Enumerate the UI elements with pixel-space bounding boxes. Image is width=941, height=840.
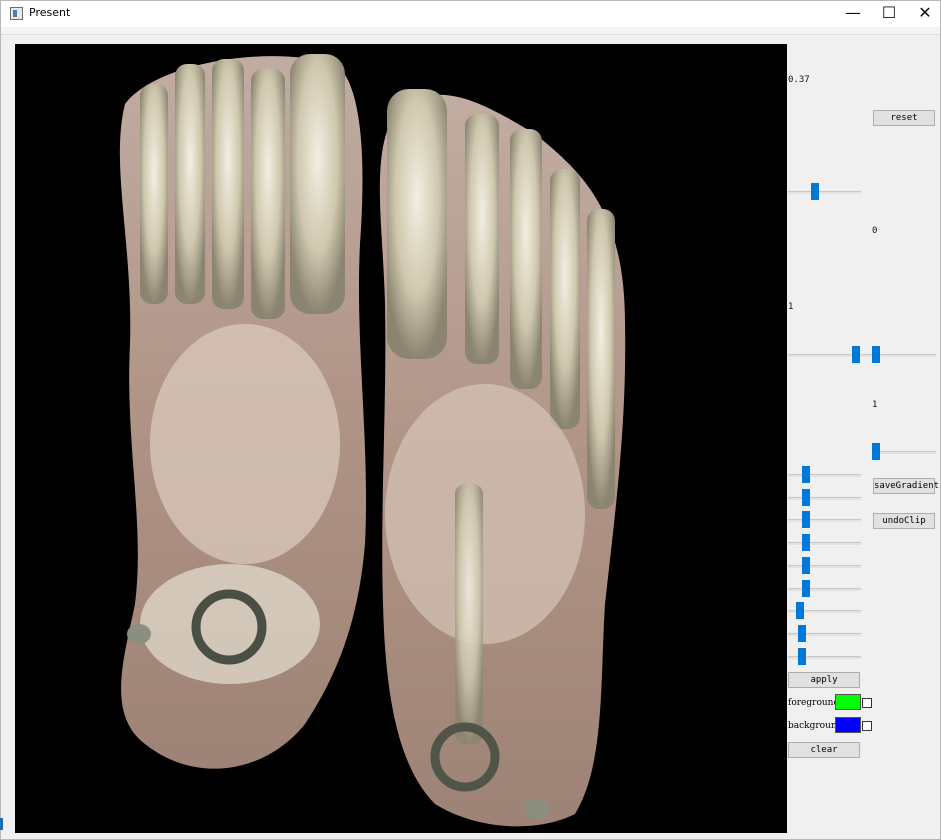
close-button[interactable]: ✕ bbox=[906, 1, 941, 27]
slider-track bbox=[788, 354, 936, 357]
app-window: Present — ☐ ✕ 0.37 reset 0 1 1 saveGradi… bbox=[0, 0, 941, 840]
slider-track bbox=[788, 565, 861, 568]
slider-handle[interactable] bbox=[798, 625, 806, 642]
clip-slider[interactable] bbox=[788, 648, 861, 665]
right-marker-cap bbox=[525, 799, 549, 819]
right-toe-bone bbox=[550, 169, 580, 429]
maximize-button[interactable]: ☐ bbox=[870, 1, 908, 27]
slider-track bbox=[788, 191, 861, 194]
left-toe-bone bbox=[212, 59, 244, 309]
slider-handle[interactable] bbox=[802, 511, 810, 528]
apply-button[interactable]: apply bbox=[788, 672, 860, 688]
save-gradient-button[interactable]: saveGradient bbox=[873, 478, 939, 494]
background-checkbox[interactable] bbox=[862, 721, 872, 731]
clip-slider[interactable] bbox=[788, 625, 861, 642]
foreground-label: foreground bbox=[788, 698, 840, 708]
range-low-handle[interactable] bbox=[852, 346, 860, 363]
range-high-handle[interactable] bbox=[872, 346, 880, 363]
clear-button[interactable]: clear bbox=[788, 742, 860, 758]
title-bar[interactable]: Present — ☐ ✕ bbox=[1, 1, 940, 27]
app-icon bbox=[10, 7, 23, 20]
volume-render-image bbox=[119, 54, 626, 827]
slider-handle[interactable] bbox=[796, 602, 804, 619]
right-toe-bone bbox=[587, 209, 615, 509]
slider-handle[interactable] bbox=[802, 534, 810, 551]
left-toe-bone bbox=[175, 64, 205, 304]
right-big-toe-bone bbox=[387, 89, 447, 359]
left-toe-bone bbox=[251, 69, 285, 319]
right-toe-bone bbox=[510, 129, 542, 389]
slider-track bbox=[872, 451, 936, 454]
undo-clip-button[interactable]: undoClip bbox=[873, 513, 935, 529]
left-toe-bone bbox=[140, 84, 168, 304]
slider-handle[interactable] bbox=[802, 580, 810, 597]
clip-slider[interactable] bbox=[788, 466, 861, 483]
slider-handle[interactable] bbox=[802, 489, 810, 506]
range-slider[interactable] bbox=[788, 346, 936, 363]
right-metatarsal bbox=[455, 484, 483, 744]
right-toe-bone bbox=[465, 114, 499, 364]
slider-handle[interactable] bbox=[798, 648, 806, 665]
slider-track bbox=[788, 542, 861, 545]
left-marker-cap bbox=[127, 624, 151, 644]
opacity-slider[interactable] bbox=[788, 183, 861, 200]
clip-slider[interactable] bbox=[788, 557, 861, 574]
slider-handle[interactable] bbox=[872, 443, 880, 460]
menu-bar bbox=[1, 27, 940, 35]
slider-handle[interactable] bbox=[802, 557, 810, 574]
clip-slider[interactable] bbox=[788, 602, 861, 619]
clip-slider[interactable] bbox=[788, 534, 861, 551]
reset-button[interactable]: reset bbox=[873, 110, 935, 126]
slider-handle[interactable] bbox=[811, 183, 819, 200]
minimize-button[interactable]: — bbox=[834, 1, 872, 27]
clip-slider[interactable] bbox=[788, 489, 861, 506]
window-title: Present bbox=[29, 6, 71, 19]
slider-track bbox=[788, 588, 861, 591]
threshold-slider[interactable] bbox=[872, 443, 936, 460]
value-one-b: 1 bbox=[872, 400, 878, 410]
slider-track bbox=[788, 519, 861, 522]
render-viewport[interactable] bbox=[15, 44, 787, 833]
left-midfoot bbox=[150, 324, 340, 564]
background-color-swatch[interactable] bbox=[835, 717, 861, 733]
clip-slider[interactable] bbox=[788, 580, 861, 597]
left-heel bbox=[140, 564, 320, 684]
clip-slider[interactable] bbox=[788, 511, 861, 528]
foreground-color-swatch[interactable] bbox=[835, 694, 861, 710]
foreground-checkbox[interactable] bbox=[862, 698, 872, 708]
slider-track bbox=[788, 474, 861, 477]
opacity-value: 0.37 bbox=[788, 75, 810, 85]
value-one-a: 1 bbox=[788, 302, 794, 312]
taskbar-edge bbox=[0, 818, 3, 830]
slider-track bbox=[788, 497, 861, 500]
right-midfoot bbox=[385, 384, 585, 644]
slider-handle[interactable] bbox=[802, 466, 810, 483]
left-big-toe-bone bbox=[290, 54, 345, 314]
value-zero: 0 bbox=[872, 226, 878, 236]
